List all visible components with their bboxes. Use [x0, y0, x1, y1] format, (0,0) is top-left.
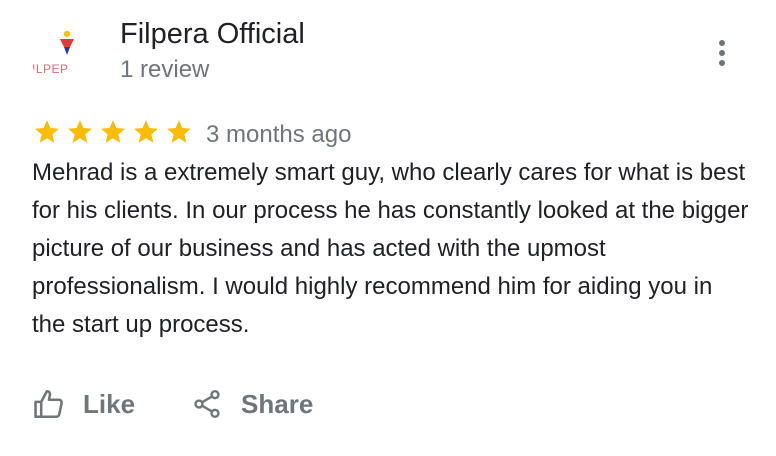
star-icon [35, 120, 59, 143]
star-icon [68, 120, 92, 143]
more-vert-icon [719, 40, 725, 46]
review-card: ILPEP Filpera Official 1 review 3 months… [0, 0, 776, 456]
star-icon [134, 120, 158, 143]
review-actions: Like Share [32, 384, 313, 424]
share-icon [194, 390, 220, 418]
more-options-button[interactable] [706, 36, 738, 70]
like-label: Like [83, 388, 136, 419]
more-vert-icon-dot [719, 50, 725, 56]
review-date: 3 months ago [206, 121, 352, 148]
share-label: Share [241, 388, 314, 419]
more-vert-icon-dot [719, 60, 725, 66]
reviewer-avatar[interactable]: ILPEP [30, 24, 92, 86]
filpera-logo-icon [60, 30, 74, 55]
reviewer-name[interactable]: Filpera Official [120, 16, 305, 52]
star-icon [167, 120, 191, 143]
avatar-logo-text: ILPEP [32, 62, 69, 76]
share-button[interactable]: Share [191, 387, 313, 421]
star-rating: 3 months ago [33, 115, 351, 149]
thumb-up-icon [34, 389, 63, 419]
stars-container [33, 118, 198, 146]
star-icon [101, 120, 125, 143]
review-count: 1 review [120, 56, 210, 83]
review-text: Mehrad is a extremely smart guy, who cle… [32, 159, 749, 338]
like-button[interactable]: Like [32, 387, 135, 421]
